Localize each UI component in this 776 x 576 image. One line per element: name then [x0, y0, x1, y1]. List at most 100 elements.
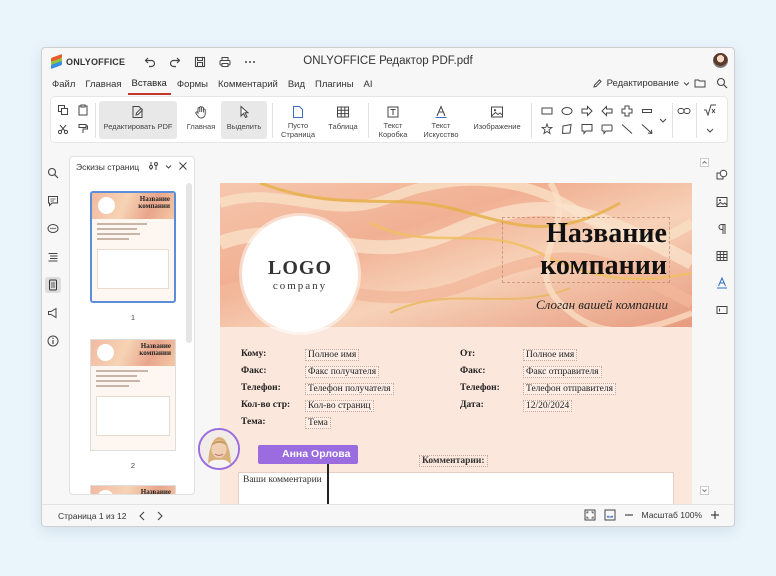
- shapes-expand-icon[interactable]: [658, 113, 668, 127]
- table-button[interactable]: Таблица: [323, 101, 363, 139]
- plus-shape-icon[interactable]: [620, 104, 634, 118]
- copy-icon[interactable]: [56, 103, 70, 117]
- tab-plugins[interactable]: Плагины: [311, 75, 358, 95]
- form-settings-icon[interactable]: [715, 303, 729, 317]
- image-label: Изображение: [473, 122, 521, 131]
- info-icon[interactable]: [45, 333, 61, 349]
- next-page-icon[interactable]: [156, 511, 164, 521]
- field-value[interactable]: Факс получателя: [305, 366, 380, 378]
- comments-field[interactable]: Ваши комментарии: [238, 472, 674, 506]
- redo-icon[interactable]: [168, 55, 182, 69]
- save-icon[interactable]: [193, 55, 207, 69]
- image-button[interactable]: Изображение: [469, 101, 525, 139]
- page-thumbnail[interactable]: Названиекомпании: [90, 339, 176, 451]
- edit-mode-dropdown[interactable]: Редактирование: [592, 78, 690, 89]
- paragraph-settings-icon[interactable]: [715, 222, 729, 236]
- rectangle-shape-icon[interactable]: [540, 104, 554, 118]
- feedback-icon[interactable]: [45, 305, 61, 321]
- navigation-icon[interactable]: [45, 249, 61, 265]
- format-painter-icon[interactable]: [76, 122, 90, 136]
- field-value[interactable]: Кол-во страниц: [305, 400, 374, 412]
- select-button[interactable]: Выделить: [221, 101, 267, 139]
- undo-icon[interactable]: [143, 55, 157, 69]
- edit-pdf-label: Редактировать PDF: [103, 122, 173, 131]
- minus-shape-icon[interactable]: [640, 104, 654, 118]
- search-icon[interactable]: [716, 77, 728, 89]
- tab-forms[interactable]: Формы: [173, 75, 212, 95]
- fit-page-icon[interactable]: [584, 509, 596, 521]
- document-title: ONLYOFFICE Редактор PDF.pdf: [303, 55, 473, 67]
- print-icon[interactable]: [218, 55, 232, 69]
- field-value[interactable]: Тема: [305, 417, 331, 429]
- page-thumbnail[interactable]: Названиекомпании: [90, 191, 176, 303]
- chat-icon[interactable]: [45, 221, 61, 237]
- star-shape-icon[interactable]: [540, 122, 554, 136]
- chevron-down-icon[interactable]: [165, 163, 172, 170]
- field-label: Дата:: [460, 400, 484, 410]
- text-art-button[interactable]: Текст Искусство: [418, 101, 464, 139]
- text-art-label-1: Текст: [431, 121, 451, 130]
- wave-shape-icon[interactable]: [560, 122, 574, 136]
- more-icon[interactable]: [243, 55, 257, 69]
- prev-page-icon[interactable]: [138, 511, 146, 521]
- company-name-field[interactable]: Название компании: [502, 217, 670, 283]
- arrow-right-shape-icon[interactable]: [580, 104, 594, 118]
- cut-icon[interactable]: [56, 122, 70, 136]
- table-settings-icon[interactable]: [715, 249, 729, 263]
- comments-icon[interactable]: [45, 193, 61, 209]
- blank-page-label-1: Пусто: [287, 121, 309, 130]
- tab-home[interactable]: Главная: [81, 75, 125, 95]
- callout-rect-shape-icon[interactable]: [580, 122, 594, 136]
- open-location-icon[interactable]: [694, 77, 706, 89]
- field-value[interactable]: Телефон отправителя: [523, 383, 616, 395]
- cursor-icon: [236, 104, 252, 120]
- paste-icon[interactable]: [76, 103, 90, 117]
- callout-round-shape-icon[interactable]: [600, 122, 614, 136]
- thumbnail-settings-icon[interactable]: [148, 161, 159, 171]
- line-shape-icon[interactable]: [620, 122, 634, 136]
- comments-label: Комментарии:: [419, 455, 488, 467]
- link-icon[interactable]: [677, 104, 691, 118]
- field-value[interactable]: 12/20/2024: [523, 400, 573, 412]
- zoom-level[interactable]: Масштаб 100%: [642, 510, 702, 520]
- page-indicator[interactable]: Страница 1 из 12: [58, 511, 126, 521]
- pencil-icon: [592, 79, 602, 88]
- tab-file[interactable]: Файл: [48, 75, 79, 95]
- tab-view[interactable]: Вид: [284, 75, 309, 95]
- arrow-line-shape-icon[interactable]: [640, 122, 654, 136]
- image-settings-icon[interactable]: [715, 195, 729, 209]
- tab-comment[interactable]: Комментарий: [214, 75, 282, 95]
- thumb-name-2: компании: [138, 202, 170, 210]
- quick-access: [143, 55, 257, 69]
- equation-icon[interactable]: [703, 103, 717, 117]
- zoom-in-icon[interactable]: [710, 510, 720, 520]
- page-thumbnail[interactable]: Названиекомпании: [90, 485, 176, 494]
- close-icon[interactable]: [178, 161, 188, 171]
- text-box-button[interactable]: Текст Коробка: [372, 101, 414, 139]
- arrow-left-shape-icon[interactable]: [600, 104, 614, 118]
- field-value[interactable]: Телефон получателя: [305, 383, 394, 395]
- field-value[interactable]: Факс отправителя: [523, 366, 602, 378]
- shape-settings-icon[interactable]: [715, 168, 729, 182]
- tab-insert[interactable]: Вставка: [127, 75, 171, 95]
- blank-page-button[interactable]: Пусто Страница: [277, 101, 319, 139]
- scroll-down-icon[interactable]: [700, 486, 709, 495]
- edit-pdf-button[interactable]: Редактировать PDF: [99, 101, 177, 139]
- search-panel-icon[interactable]: [45, 165, 61, 181]
- select-label: Выделить: [226, 122, 262, 131]
- field-value[interactable]: Полное имя: [523, 349, 578, 361]
- home-hand-button[interactable]: Главная: [185, 101, 217, 139]
- equation-expand-icon[interactable]: [703, 123, 717, 137]
- fit-width-icon[interactable]: [604, 509, 616, 521]
- text-art-settings-icon[interactable]: [715, 276, 729, 290]
- thumbnails-scrollbar[interactable]: [186, 183, 192, 343]
- zoom-out-icon[interactable]: [624, 510, 634, 520]
- ellipse-shape-icon[interactable]: [560, 104, 574, 118]
- pdf-page: Название компании Слоган вашей компании …: [220, 183, 692, 506]
- field-value[interactable]: Полное имя: [305, 349, 360, 361]
- company-slogan[interactable]: Слоган вашей компании: [536, 297, 668, 313]
- tab-ai[interactable]: AI: [360, 75, 377, 95]
- user-avatar[interactable]: [713, 53, 728, 68]
- scroll-up-icon[interactable]: [700, 158, 709, 167]
- thumbnails-icon[interactable]: [45, 277, 61, 293]
